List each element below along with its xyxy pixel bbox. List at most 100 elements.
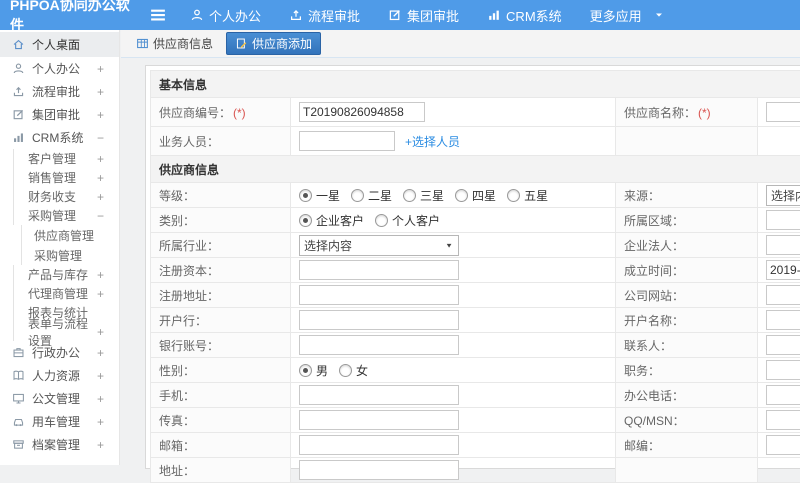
business-staff-picker-link[interactable]: +选择人员 [405, 133, 460, 150]
sidebar-item-label: 公文管理 [32, 390, 80, 407]
radio-icon [403, 189, 416, 202]
sidebar-item-sales-mgmt[interactable]: 销售管理+ [13, 168, 119, 187]
sidebar-item-agent-mgmt[interactable]: 代理商管理+ [13, 284, 119, 303]
level-radio-1[interactable]: 二星 [351, 187, 392, 204]
legal-person-input[interactable] [766, 235, 800, 255]
zipcode-input[interactable] [766, 435, 800, 455]
expand-toggle-icon[interactable]: + [97, 190, 104, 204]
expand-toggle-icon[interactable]: − [97, 209, 104, 223]
field-label-cell: 开户名称： [616, 308, 758, 333]
nav-item-group-approval[interactable]: 集团审批 [388, 6, 459, 25]
radio-icon [299, 189, 312, 202]
required-marker: (*) [698, 106, 711, 120]
level-radio-2[interactable]: 三星 [403, 187, 444, 204]
sidebar-item-product-inventory[interactable]: 产品与库存+ [13, 265, 119, 284]
bank-branch-input[interactable] [299, 310, 459, 330]
sidebar-item-purchasing[interactable]: 采购管理 [21, 245, 119, 265]
sidebar-item-hr[interactable]: 人力资源+ [0, 364, 119, 387]
expand-toggle-icon[interactable]: + [97, 392, 104, 406]
level-radio-4[interactable]: 五星 [507, 187, 548, 204]
sidebar-item-personal-desktop[interactable]: 个人桌面 [0, 32, 119, 57]
nav-item-label: 个人办公 [209, 6, 261, 25]
industry-select[interactable]: 选择内容▼ [299, 235, 459, 256]
sidebar-item-group-approval[interactable]: 集团审批+ [0, 103, 119, 126]
region-input[interactable] [766, 210, 800, 230]
account-name-input[interactable] [766, 310, 800, 330]
sidebar-item-supplier-mgmt[interactable]: 供应商管理 [21, 225, 119, 245]
menu-toggle-button[interactable] [148, 5, 168, 25]
sidebar-item-finance[interactable]: 财务收支+ [13, 187, 119, 206]
sidebar-item-label: 供应商管理 [34, 227, 94, 244]
sidebar-item-customer-mgmt[interactable]: 客户管理+ [13, 149, 119, 168]
expand-toggle-icon[interactable]: + [97, 85, 104, 99]
expand-toggle-icon[interactable]: + [97, 152, 104, 166]
contact-person-input[interactable] [766, 335, 800, 355]
category-radio-1[interactable]: 个人客户 [375, 212, 440, 229]
registered-capital-label: 注册资本： [159, 264, 219, 278]
expand-toggle-icon[interactable]: + [97, 346, 104, 360]
nav-item-more-apps[interactable]: 更多应用 [590, 6, 665, 25]
registered-address-input[interactable] [299, 285, 459, 305]
field-control: 男女 [299, 362, 615, 379]
office-phone-input[interactable] [766, 385, 800, 405]
nav-item-personal-office[interactable]: 个人办公 [190, 6, 261, 25]
field-value-cell: +选择人员 [291, 127, 616, 156]
legal-person-label: 企业法人： [624, 239, 684, 253]
qq-msn-input[interactable] [766, 410, 800, 430]
field-label-cell: 业务人员： [151, 127, 291, 156]
sidebar-item-personal-office[interactable]: 个人办公+ [0, 57, 119, 80]
form-row: 供应商编号：(*)供应商名称：(*) [151, 98, 800, 127]
tab-strip: 供应商信息供应商添加 [121, 30, 800, 58]
company-website-label: 公司网站： [624, 289, 684, 303]
registered-capital-input[interactable] [299, 260, 459, 280]
mobile-label: 手机： [159, 389, 195, 403]
address-input[interactable] [299, 460, 459, 480]
mobile-input[interactable] [299, 385, 459, 405]
field-control [766, 260, 800, 280]
expand-toggle-icon[interactable]: + [97, 369, 104, 383]
level-radio-3[interactable]: 四星 [455, 187, 496, 204]
expand-toggle-icon[interactable]: + [97, 268, 104, 282]
business-staff-input[interactable] [299, 131, 395, 151]
fax-input[interactable] [299, 410, 459, 430]
supplier-code-input[interactable] [299, 102, 425, 122]
expand-toggle-icon[interactable]: + [97, 171, 104, 185]
sidebar-item-form-flow-settings[interactable]: 表单与流程设置+ [13, 322, 119, 341]
bank-account-input[interactable] [299, 335, 459, 355]
expand-toggle-icon[interactable]: + [97, 415, 104, 429]
book-icon [12, 369, 25, 382]
sidebar-item-document-mgmt[interactable]: 公文管理 + [0, 387, 119, 410]
email-label: 邮箱： [159, 439, 195, 453]
tab-supplier-info-tab[interactable]: 供应商信息 [130, 32, 219, 55]
gender-radio-0[interactable]: 男 [299, 362, 328, 379]
sidebar-item-vehicle-mgmt[interactable]: 用车管理+ [0, 410, 119, 433]
nav-item-crm-system[interactable]: CRM系统 [487, 6, 562, 25]
field-label-cell: 所属行业： [151, 233, 291, 258]
tab-supplier-add-tab[interactable]: 供应商添加 [226, 32, 321, 55]
sidebar-item-admin-office[interactable]: 行政办公+ [0, 341, 119, 364]
expand-toggle-icon[interactable]: + [97, 325, 104, 339]
field-value-cell [758, 433, 800, 458]
nav-item-workflow-approval[interactable]: 流程审批 [289, 6, 360, 25]
expand-toggle-icon[interactable]: + [97, 287, 104, 301]
table-icon [136, 37, 149, 50]
sidebar-item-archive-mgmt[interactable]: 档案管理+ [0, 433, 119, 456]
sidebar-item-workflow-approval[interactable]: 流程审批+ [0, 80, 119, 103]
position-input[interactable] [766, 360, 800, 380]
established-date-input[interactable] [766, 260, 800, 280]
expand-toggle-icon[interactable]: + [97, 438, 104, 452]
business-staff-label: 业务人员： [159, 135, 219, 149]
source-select[interactable]: 选择内容▼ [766, 185, 800, 206]
email-input[interactable] [299, 435, 459, 455]
expand-toggle-icon[interactable]: + [97, 62, 104, 76]
field-control [766, 285, 800, 305]
sidebar-item-purchase-mgmt[interactable]: 采购管理− [13, 206, 119, 225]
company-website-input[interactable] [766, 285, 800, 305]
expand-toggle-icon[interactable]: + [97, 108, 104, 122]
supplier-name-input[interactable] [766, 102, 800, 122]
level-radio-0[interactable]: 一星 [299, 187, 340, 204]
expand-toggle-icon[interactable]: − [97, 131, 104, 145]
category-radio-0[interactable]: 企业客户 [299, 212, 364, 229]
gender-radio-1[interactable]: 女 [339, 362, 368, 379]
sidebar-item-crm-system[interactable]: CRM系统− [0, 126, 119, 149]
